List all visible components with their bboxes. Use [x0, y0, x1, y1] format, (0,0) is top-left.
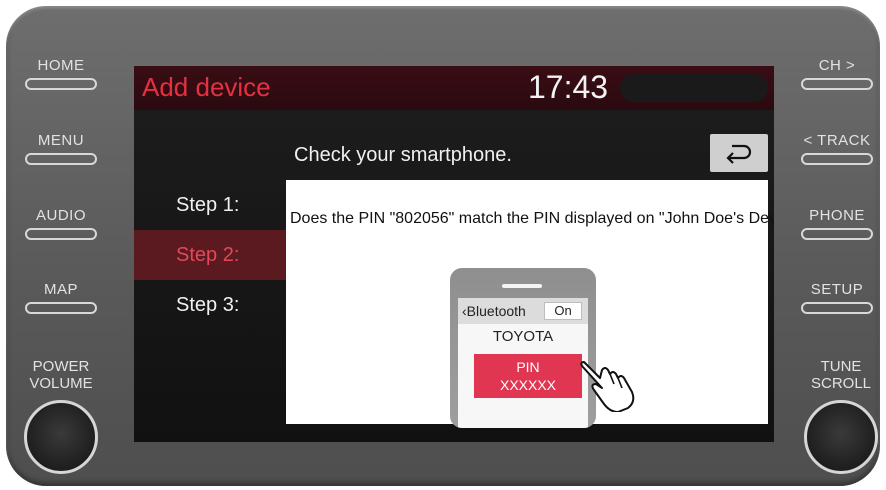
ch-button-label: CH >	[818, 57, 856, 74]
screen-content: Step 1: Step 2: Step 3: Check your smart…	[134, 110, 774, 442]
phone-button[interactable]: PHONE	[794, 208, 880, 240]
map-button-bar[interactable]	[25, 302, 97, 314]
status-area	[620, 74, 768, 102]
tune-knob[interactable]	[804, 400, 878, 474]
track-button-label: < TRACK	[803, 132, 871, 149]
map-button[interactable]: MAP	[18, 282, 104, 314]
phone-screen: ‹Bluetooth On TOYOTA PIN XXXXXX	[458, 298, 588, 428]
title-bar: Add device 17:43	[134, 66, 774, 110]
page-title: Add device	[142, 72, 271, 102]
home-button-bar[interactable]	[25, 78, 97, 90]
instruction-panel: Does the PIN "802056" match the PIN disp…	[286, 180, 774, 428]
audio-button-label: AUDIO	[35, 207, 86, 224]
pin-value: XXXXXX	[499, 377, 557, 393]
power-label: POWER	[32, 358, 90, 375]
phone-button-bar[interactable]	[801, 228, 873, 240]
setup-button[interactable]: SETUP	[794, 282, 880, 314]
map-button-label: MAP	[43, 281, 78, 298]
phone-button-label: PHONE	[809, 207, 865, 224]
menu-button-bar[interactable]	[25, 153, 97, 165]
home-button-label: HOME	[37, 57, 85, 74]
bluetooth-label: ‹Bluetooth	[462, 303, 526, 319]
setup-button-label: SETUP	[810, 281, 864, 298]
setup-button-bar[interactable]	[801, 302, 873, 314]
return-arrow-icon	[726, 144, 752, 164]
track-button[interactable]: < TRACK	[794, 133, 880, 165]
menu-button[interactable]: MENU	[18, 133, 104, 165]
pin-question: Does the PIN "802056" match the PIN disp…	[290, 210, 774, 227]
step-1: Step 1:	[176, 194, 240, 216]
power-volume-control: POWER VOLUME	[16, 358, 106, 474]
phone-speaker	[502, 284, 542, 288]
bluetooth-row: ‹Bluetooth On	[458, 298, 588, 324]
home-button[interactable]: HOME	[18, 58, 104, 90]
ch-button[interactable]: CH >	[794, 58, 880, 90]
back-button[interactable]	[710, 134, 768, 172]
bluetooth-state: On	[544, 302, 582, 320]
tune-label: TUNE	[820, 358, 862, 375]
pin-box: PIN XXXXXX	[474, 354, 582, 398]
scroll-label: SCROLL	[810, 375, 872, 392]
device-name: TOYOTA	[492, 328, 554, 345]
audio-button-bar[interactable]	[25, 228, 97, 240]
pin-label: PIN	[516, 359, 540, 375]
clock: 17:43	[528, 69, 609, 105]
step-2-active: Step 2:	[134, 230, 286, 280]
tune-scroll-control: TUNE SCROLL	[796, 358, 886, 474]
volume-knob[interactable]	[24, 400, 98, 474]
steps-list: Step 1: Step 2: Step 3:	[134, 110, 286, 442]
smartphone-illustration: ‹Bluetooth On TOYOTA PIN XXXXXX	[450, 268, 596, 428]
menu-button-label: MENU	[37, 132, 85, 149]
track-button-bar[interactable]	[801, 153, 873, 165]
step-3: Step 3:	[176, 294, 240, 316]
volume-label: VOLUME	[29, 375, 93, 392]
pointing-hand-icon	[580, 361, 635, 412]
display-screen: Add device 17:43 Step 1: Step 2: Step 3:…	[134, 66, 774, 442]
audio-button[interactable]: AUDIO	[18, 208, 104, 240]
prompt-text: Check your smartphone.	[294, 144, 512, 166]
ch-button-bar[interactable]	[801, 78, 873, 90]
